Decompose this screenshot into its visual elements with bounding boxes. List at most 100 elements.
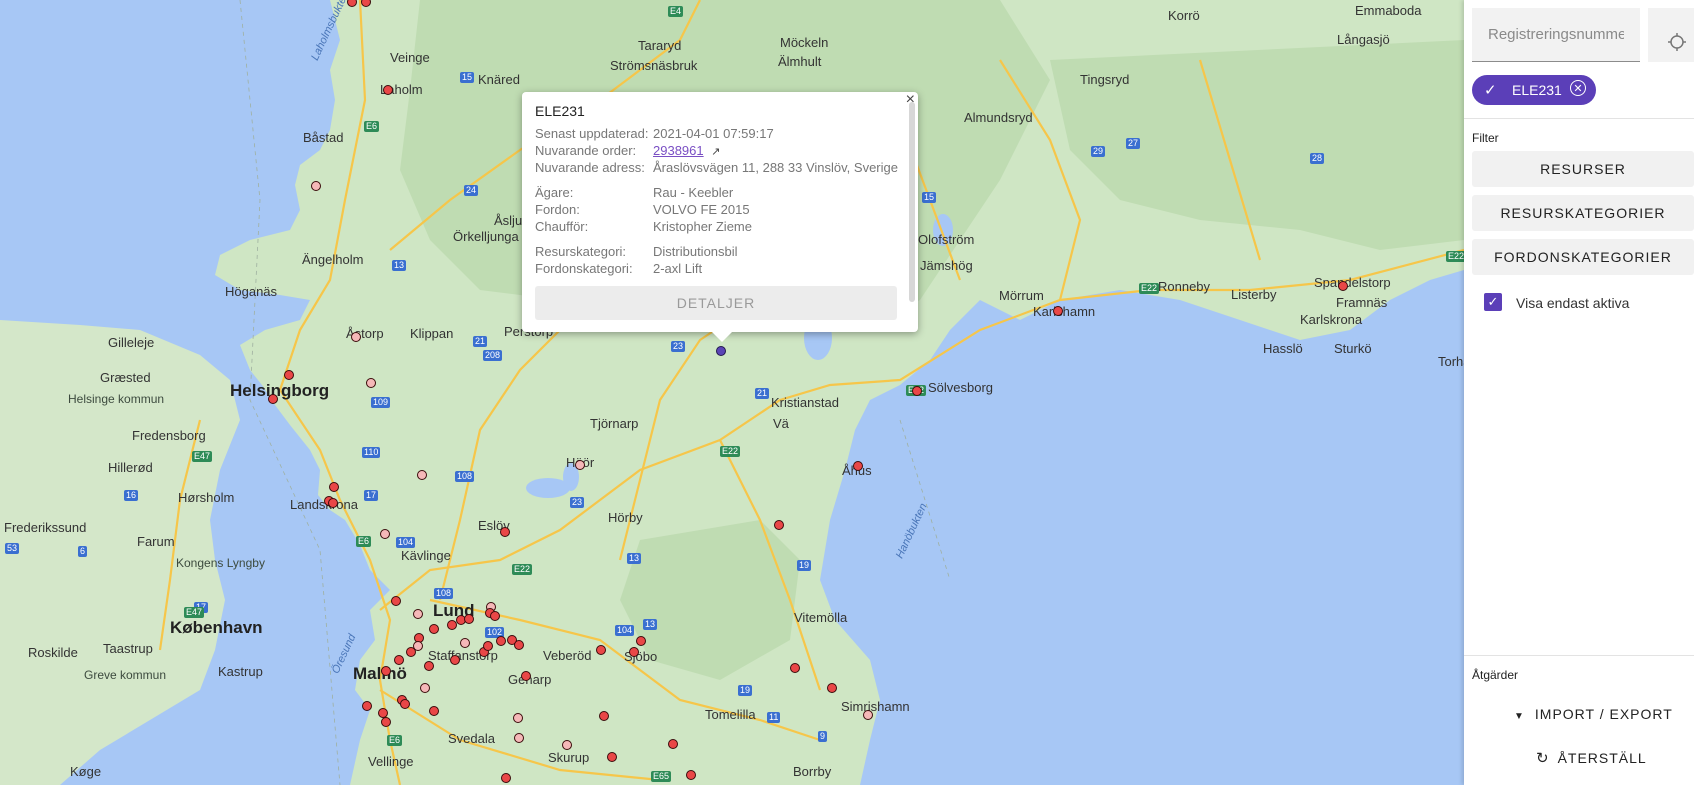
reset-button[interactable]: ↻ ÅTERSTÄLL bbox=[1536, 743, 1647, 773]
place-label: Mörrum bbox=[999, 288, 1044, 303]
place-label: Veinge bbox=[390, 50, 430, 65]
vehicle-marker[interactable] bbox=[1053, 306, 1063, 316]
order-link[interactable]: 2938961 bbox=[653, 143, 704, 158]
vehicle-marker[interactable] bbox=[429, 624, 439, 634]
vehicle-marker[interactable] bbox=[636, 636, 646, 646]
vehicle-marker[interactable] bbox=[686, 770, 696, 780]
vehicle-marker[interactable] bbox=[460, 638, 470, 648]
vehicle-marker[interactable] bbox=[500, 527, 510, 537]
place-label: Båstad bbox=[303, 130, 344, 145]
only-active-checkbox[interactable]: ✓ bbox=[1484, 293, 1502, 311]
vehicle-marker[interactable] bbox=[394, 655, 404, 665]
vehicle-marker[interactable] bbox=[596, 645, 606, 655]
road-number-label: 15 bbox=[460, 72, 475, 83]
vehicle-marker[interactable] bbox=[827, 683, 837, 693]
place-label: Kastrup bbox=[218, 664, 263, 679]
place-label: Roskilde bbox=[28, 645, 78, 660]
vehicle-marker[interactable] bbox=[853, 461, 863, 471]
vehicle-marker[interactable] bbox=[311, 181, 321, 191]
place-label: Klippan bbox=[410, 326, 454, 341]
vehicle-marker[interactable] bbox=[383, 85, 393, 95]
vehicle-marker[interactable] bbox=[464, 614, 474, 624]
place-label: Olofström bbox=[918, 232, 975, 247]
vehicle-marker[interactable] bbox=[790, 663, 800, 673]
place-label: Framnäs bbox=[1336, 295, 1388, 310]
vehicle-marker[interactable] bbox=[284, 370, 294, 380]
details-button[interactable]: DETALJER bbox=[535, 286, 897, 320]
vehicle-marker[interactable] bbox=[400, 699, 410, 709]
place-label: Almundsryd bbox=[964, 110, 1033, 125]
locate-button[interactable] bbox=[1648, 8, 1694, 62]
vehicle-marker[interactable] bbox=[607, 752, 617, 762]
vehicle-marker[interactable] bbox=[362, 701, 372, 711]
vehicle-marker[interactable] bbox=[575, 460, 585, 470]
remove-chip-icon[interactable]: ✕ bbox=[1570, 80, 1586, 96]
vehicle-marker[interactable] bbox=[490, 611, 500, 621]
road-number-label: 11 bbox=[767, 712, 781, 723]
vehicle-marker[interactable] bbox=[406, 647, 416, 657]
vehicle-categories-button[interactable]: FORDONSKATEGORIER bbox=[1472, 239, 1694, 275]
popup-scrollbar[interactable] bbox=[909, 102, 915, 302]
vehicle-marker[interactable] bbox=[413, 609, 423, 619]
vehicle-marker[interactable] bbox=[391, 596, 401, 606]
vehicle-chip[interactable]: ✓ ELE231 ✕ bbox=[1472, 75, 1596, 105]
vehicle-marker[interactable] bbox=[513, 713, 523, 723]
import-export-button[interactable]: ▼ IMPORT / EXPORT bbox=[1514, 699, 1673, 729]
vehicle-marker[interactable] bbox=[521, 671, 531, 681]
place-label: Kristianstad bbox=[771, 395, 839, 410]
vehicle-marker[interactable] bbox=[420, 683, 430, 693]
vehicle-marker[interactable] bbox=[912, 386, 922, 396]
vehicle-marker[interactable] bbox=[668, 739, 678, 749]
vehicle-marker[interactable] bbox=[381, 717, 391, 727]
vehicle-marker[interactable] bbox=[417, 470, 427, 480]
caret-down-icon: ▼ bbox=[1514, 711, 1525, 722]
road-number-label: E22 bbox=[1446, 251, 1464, 262]
road-number-label: E65 bbox=[651, 771, 672, 782]
resources-button[interactable]: RESURSER bbox=[1472, 151, 1694, 187]
vehicle-marker[interactable] bbox=[351, 332, 361, 342]
vehicle-marker[interactable] bbox=[329, 482, 339, 492]
place-label: Borrby bbox=[793, 764, 832, 779]
vehicle-marker[interactable] bbox=[629, 647, 639, 657]
vehicle-marker[interactable] bbox=[381, 666, 391, 676]
vehicle-marker[interactable] bbox=[483, 641, 493, 651]
external-link-icon[interactable]: ↗ bbox=[711, 146, 720, 158]
resource-categories-button[interactable]: RESURSKATEGORIER bbox=[1472, 195, 1694, 231]
vehicle-marker[interactable] bbox=[366, 378, 376, 388]
road-number-label: E22 bbox=[1139, 283, 1160, 294]
road-number-label: 15 bbox=[922, 192, 937, 203]
vehicle-marker[interactable] bbox=[514, 640, 524, 650]
place-label: Skurup bbox=[548, 750, 590, 765]
place-label: Långasjö bbox=[1337, 32, 1390, 47]
vehicle-marker[interactable] bbox=[1338, 281, 1348, 291]
vehicle-marker[interactable] bbox=[496, 636, 506, 646]
vehicle-popup: ELE231 × Senast uppdaterad: 2021-04-01 0… bbox=[522, 91, 918, 342]
road-number-label: E6 bbox=[364, 121, 380, 132]
sidebar: ✓ ELE231 ✕ Filter RESURSER RESURSKATEGOR… bbox=[1464, 0, 1694, 785]
actions-heading: Åtgärder bbox=[1472, 668, 1519, 682]
vehicle-marker[interactable] bbox=[863, 710, 873, 720]
place-label: Knäred bbox=[478, 72, 520, 87]
vehicle-marker[interactable] bbox=[599, 711, 609, 721]
place-label: Vä bbox=[773, 416, 789, 431]
road-number-label: 6 bbox=[78, 546, 88, 557]
vehicle-marker[interactable] bbox=[562, 740, 572, 750]
vehicle-marker[interactable] bbox=[328, 498, 338, 508]
vehicle-marker[interactable] bbox=[450, 655, 460, 665]
vehicle-marker[interactable] bbox=[774, 520, 784, 530]
place-label: Karlskrona bbox=[1300, 312, 1363, 327]
vehicle-marker[interactable] bbox=[268, 394, 278, 404]
vehicle-marker[interactable] bbox=[501, 773, 511, 783]
vehicle-marker[interactable] bbox=[380, 529, 390, 539]
place-label: Jämshög bbox=[920, 258, 973, 273]
place-label: Tjörnarp bbox=[590, 416, 639, 431]
selected-vehicle-marker[interactable] bbox=[716, 346, 726, 356]
registration-field[interactable] bbox=[1472, 8, 1640, 62]
vehicle-marker[interactable] bbox=[429, 706, 439, 716]
road-number-label: 24 bbox=[464, 185, 479, 196]
registration-input[interactable] bbox=[1472, 8, 1640, 61]
road-number-label: E6 bbox=[387, 735, 403, 746]
vehicle-marker[interactable] bbox=[424, 661, 434, 671]
map-view[interactable]: E4 15 E6 24 13 21 208 23 21 E22 23 13 19 E22 104 13 19 11… bbox=[0, 0, 1464, 785]
vehicle-marker[interactable] bbox=[514, 733, 524, 743]
